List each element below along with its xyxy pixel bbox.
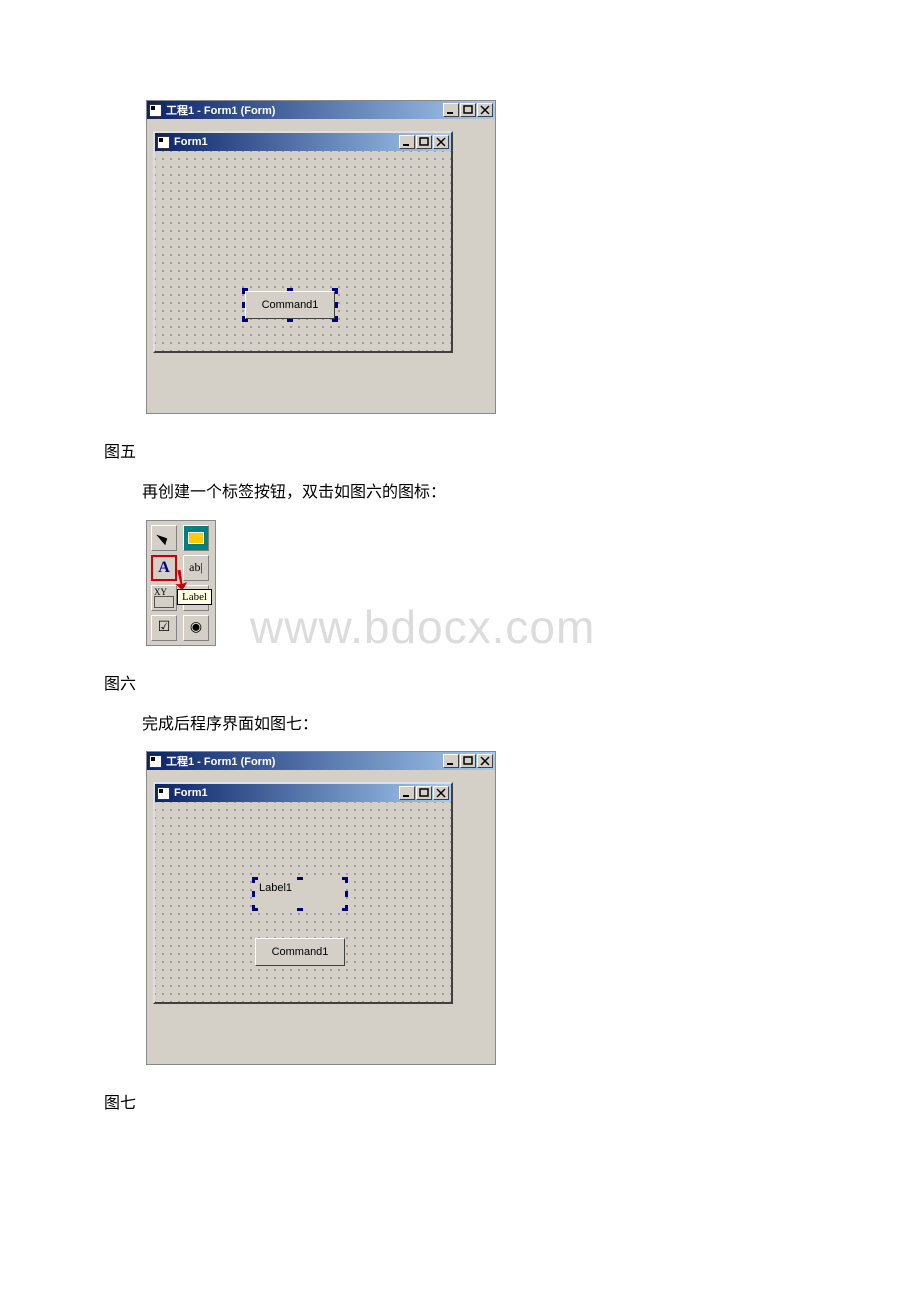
fig6-caption: 图六 [104, 670, 810, 694]
fig5-form-title: Form1 [174, 136, 399, 148]
minimize-button[interactable] [399, 135, 415, 149]
fig6-toolbox: A ➘ Label [146, 520, 216, 646]
close-button[interactable] [477, 754, 493, 768]
close-button[interactable] [433, 135, 449, 149]
tool-picturebox[interactable] [183, 525, 209, 551]
maximize-button[interactable] [460, 754, 476, 768]
command1-button[interactable]: Command1 [245, 291, 335, 319]
fig5-form-window[interactable]: Form1 [153, 131, 453, 353]
fig5-form-titlebar[interactable]: Form1 [155, 133, 451, 151]
tool-textbox[interactable] [183, 555, 209, 581]
command1-button[interactable]: Command1 [255, 938, 345, 966]
command1-label: Command1 [262, 299, 319, 311]
label-glyph: A [158, 559, 170, 577]
tool-label[interactable]: A [151, 555, 177, 581]
label-tooltip: Label [177, 589, 212, 605]
maximize-button[interactable] [416, 786, 432, 800]
window-buttons [399, 786, 449, 800]
fig7-form-title: Form1 [174, 787, 399, 799]
label1-text: Label1 [259, 882, 292, 894]
fig5-caption: 图五 [104, 438, 810, 462]
fig7-caption: 图七 [104, 1089, 810, 1113]
fig7-form-titlebar[interactable]: Form1 [155, 784, 451, 802]
fig5-designer-window: 工程1 - Form1 (Form) Form1 [146, 100, 496, 414]
fig5-outer-client: Form1 [147, 119, 495, 413]
form-icon [157, 787, 170, 800]
fig7-outer-title: 工程1 - Form1 (Form) [166, 753, 443, 769]
command1-label: Command1 [272, 946, 329, 958]
maximize-button[interactable] [460, 103, 476, 117]
fig7-outer-client: Form1 [147, 770, 495, 1064]
minimize-button[interactable] [443, 103, 459, 117]
vb-app-icon [149, 104, 162, 117]
document-content: 工程1 - Form1 (Form) Form1 [110, 100, 810, 1113]
close-button[interactable] [477, 103, 493, 117]
maximize-button[interactable] [416, 135, 432, 149]
fig7-form-window[interactable]: Form1 [153, 782, 453, 1004]
tool-checkbox[interactable] [151, 615, 177, 641]
fig7-form-body[interactable]: Label1 Command1 [155, 802, 451, 1002]
vb-app-icon [149, 755, 162, 768]
window-buttons [399, 135, 449, 149]
tool-frame[interactable] [151, 585, 177, 611]
form-icon [157, 136, 170, 149]
fig7-designer-window: 工程1 - Form1 (Form) Form1 [146, 751, 496, 1065]
minimize-button[interactable] [443, 754, 459, 768]
fig5-form-body[interactable]: Command1 [155, 151, 451, 351]
label1-control[interactable]: Label1 [255, 880, 345, 908]
paragraph-1: 再创建一个标签按钮，双击如图六的图标： [110, 480, 810, 506]
close-button[interactable] [433, 786, 449, 800]
fig5-outer-title: 工程1 - Form1 (Form) [166, 102, 443, 118]
minimize-button[interactable] [399, 786, 415, 800]
tool-pointer[interactable] [151, 525, 177, 551]
tool-optionbutton[interactable] [183, 615, 209, 641]
window-buttons [443, 754, 493, 768]
paragraph-2: 完成后程序界面如图七： [110, 712, 810, 738]
window-buttons [443, 103, 493, 117]
fig7-outer-titlebar[interactable]: 工程1 - Form1 (Form) [147, 752, 495, 770]
fig5-outer-titlebar[interactable]: 工程1 - Form1 (Form) [147, 101, 495, 119]
